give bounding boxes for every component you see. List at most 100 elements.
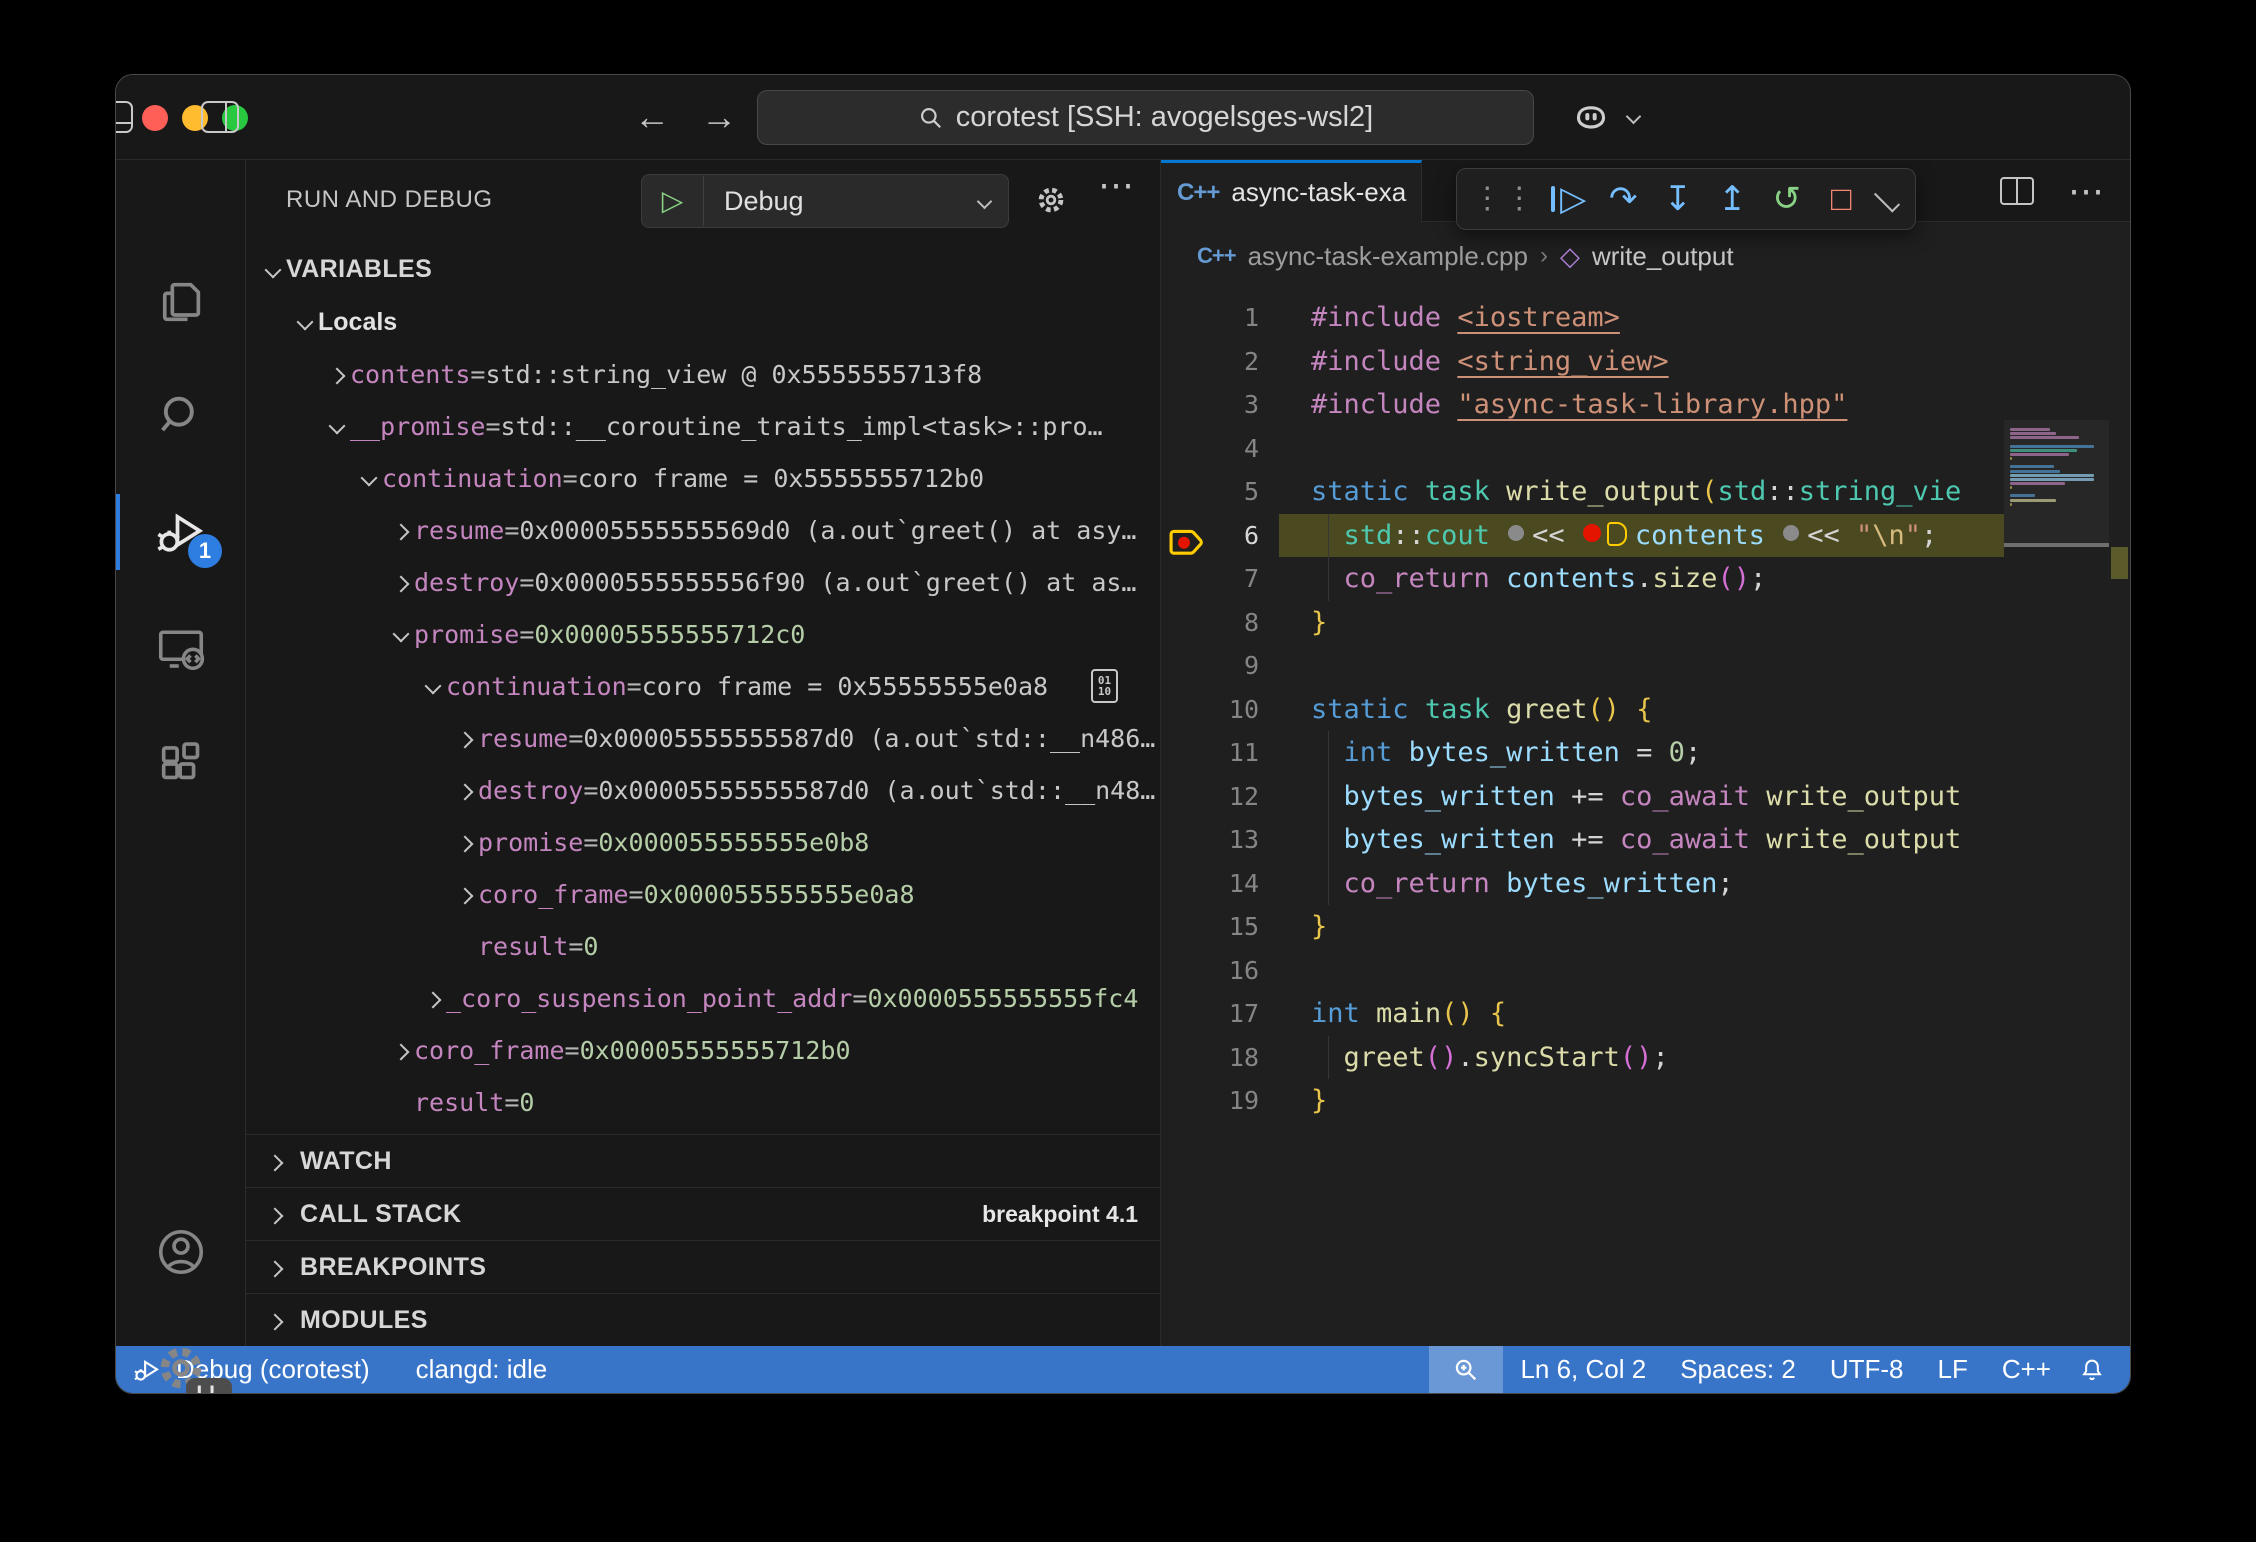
breadcrumb-symbol[interactable]: write_output <box>1592 241 1734 272</box>
close-button[interactable] <box>142 105 168 131</box>
code-line[interactable]: 8} <box>1161 601 2004 645</box>
back-icon[interactable]: ← <box>634 95 670 139</box>
chevron-down-icon[interactable] <box>1626 109 1642 125</box>
chevron-down-icon[interactable] <box>1874 186 1900 212</box>
stop-button[interactable]: □ <box>1819 182 1863 216</box>
breakpoints-section-header[interactable]: BREAKPOINTS <box>246 1240 1160 1293</box>
code-line[interactable]: 3#include "async-task-library.hpp" <box>1161 383 2004 427</box>
extensions-icon[interactable] <box>116 712 246 816</box>
settings-gear-icon[interactable]: LL <box>116 1316 246 1394</box>
call-stack-section-header[interactable]: CALL STACK breakpoint 4.1 <box>246 1187 1160 1240</box>
variable-row[interactable]: promise = 0x00005555555712c0 <box>246 608 1160 660</box>
editor-more-actions-icon[interactable]: ⋯ <box>2068 181 2104 201</box>
code-line[interactable]: 6 std::cout << contents << "\n"; <box>1161 514 2004 558</box>
modules-section-header[interactable]: MODULES <box>246 1293 1160 1346</box>
line-number[interactable]: 6 <box>1161 521 1311 550</box>
variable-row[interactable]: continuation = coro frame = 0x55555555e0… <box>246 660 1160 712</box>
line-number[interactable]: 19 <box>1161 1086 1311 1115</box>
status-item[interactable]: LF <box>1921 1354 1985 1384</box>
forward-icon[interactable]: → <box>701 95 737 139</box>
screencast-zoom-indicator[interactable] <box>1429 1346 1503 1393</box>
variable-row[interactable]: coro_frame = 0x000055555555e0a8 <box>246 868 1160 920</box>
code-line[interactable]: 10static task greet() { <box>1161 688 2004 732</box>
continue-button[interactable]: ▷ <box>1547 182 1591 216</box>
code-line[interactable]: 14 co_return bytes_written; <box>1161 862 2004 906</box>
code-line[interactable]: 13 bytes_written += co_await write_outpu… <box>1161 818 2004 862</box>
line-number[interactable]: 15 <box>1161 912 1311 941</box>
line-number[interactable]: 9 <box>1161 651 1311 680</box>
variable-row[interactable]: destroy = 0x00005555555587d0 (a.out`std:… <box>246 764 1160 816</box>
code-line[interactable]: 1#include <iostream> <box>1161 296 2004 340</box>
line-number[interactable]: 1 <box>1161 303 1311 332</box>
line-number[interactable]: 7 <box>1161 564 1311 593</box>
search-icon[interactable] <box>116 364 246 468</box>
code-line[interactable]: 15} <box>1161 905 2004 949</box>
code-line[interactable]: 5static task write_output(std::string_vi… <box>1161 470 2004 514</box>
views-more-actions-icon[interactable]: ⋯ <box>1098 164 1134 206</box>
line-number[interactable]: 10 <box>1161 695 1311 724</box>
account-icon[interactable] <box>116 1200 246 1304</box>
toggle-secondary-sidebar-icon[interactable] <box>201 101 239 133</box>
variable-row[interactable]: promise = 0x000055555555e0b8 <box>246 816 1160 868</box>
variable-row[interactable]: continuation = coro frame = 0x5555555712… <box>246 452 1160 504</box>
step-over-button[interactable]: ↷ <box>1601 182 1645 216</box>
line-number[interactable]: 3 <box>1161 390 1311 419</box>
tab-async-task-example[interactable]: C++ async-task-exa <box>1161 160 1422 222</box>
line-number[interactable]: 13 <box>1161 825 1311 854</box>
inline-step-target-icon[interactable] <box>1508 525 1524 541</box>
variable-row[interactable]: result = 0 <box>246 920 1160 972</box>
inline-instruction-pointer-icon[interactable] <box>1607 522 1627 546</box>
variable-row[interactable]: resume = 0x00005555555587d0 (a.out`std::… <box>246 712 1160 764</box>
breadcrumb-file[interactable]: async-task-example.cpp <box>1248 241 1528 272</box>
line-number[interactable]: 8 <box>1161 608 1311 637</box>
toolbar-drag-handle[interactable]: ⋮⋮ <box>1472 182 1536 216</box>
notifications-bell-icon[interactable] <box>2068 1356 2130 1384</box>
variable-row[interactable]: destroy = 0x0000555555556f90 (a.out`gree… <box>246 556 1160 608</box>
code-line[interactable]: 18 greet().syncStart(); <box>1161 1036 2004 1080</box>
code-line[interactable]: 4 <box>1161 427 2004 471</box>
step-into-button[interactable]: ↧ <box>1656 182 1700 216</box>
start-debug-icon[interactable]: ▷ <box>642 176 704 226</box>
variable-row[interactable]: coro_frame = 0x00005555555712b0 <box>246 1024 1160 1076</box>
line-number[interactable]: 2 <box>1161 347 1311 376</box>
variables-section-header[interactable]: VARIABLES <box>246 243 1160 296</box>
line-number[interactable]: 4 <box>1161 434 1311 463</box>
code-line[interactable]: 7 co_return contents.size(); <box>1161 557 2004 601</box>
code-line[interactable]: 19} <box>1161 1079 2004 1123</box>
inline-breakpoint-icon[interactable] <box>1583 524 1601 542</box>
code-line[interactable]: 11 int bytes_written = 0; <box>1161 731 2004 775</box>
code-line[interactable]: 16 <box>1161 949 2004 993</box>
status-item[interactable]: Spaces: 2 <box>1663 1354 1813 1384</box>
line-number[interactable]: 12 <box>1161 782 1311 811</box>
debug-settings-gear-icon[interactable] <box>1034 172 1068 228</box>
breadcrumbs[interactable]: C++ async-task-example.cpp › ◇ write_out… <box>1161 222 2130 290</box>
split-editor-icon[interactable] <box>2000 177 2034 205</box>
line-number[interactable]: 16 <box>1161 956 1311 985</box>
inline-step-target-icon[interactable] <box>1783 525 1799 541</box>
line-number[interactable]: 5 <box>1161 477 1311 506</box>
restart-button[interactable]: ↺ <box>1765 182 1809 216</box>
code-line[interactable]: 9 <box>1161 644 2004 688</box>
code-line[interactable]: 2#include <string_view> <box>1161 340 2004 384</box>
status-item[interactable]: Ln 6, Col 2 <box>1503 1354 1663 1384</box>
status-item[interactable]: UTF-8 <box>1813 1354 1921 1384</box>
variable-row[interactable]: result = 0 <box>246 1076 1160 1128</box>
run-and-debug-icon[interactable]: 1 <box>116 480 246 584</box>
code-line[interactable]: 17int main() { <box>1161 992 2004 1036</box>
binary-view-icon[interactable]: 0110 <box>1091 669 1118 703</box>
variable-row[interactable]: resume = 0x00005555555569d0 (a.out`greet… <box>246 504 1160 556</box>
line-number[interactable]: 11 <box>1161 738 1311 767</box>
copilot-icon[interactable] <box>1571 97 1611 137</box>
step-out-button[interactable]: ↥ <box>1710 182 1754 216</box>
code-area[interactable]: 1#include <iostream>2#include <string_vi… <box>1161 290 2130 1346</box>
status-item[interactable]: C++ <box>1985 1354 2068 1384</box>
remote-explorer-icon[interactable] <box>116 596 246 700</box>
explorer-icon[interactable] <box>116 250 246 354</box>
variable-row[interactable]: contents = std::string_view @ 0x55555557… <box>246 348 1160 400</box>
debug-configuration-select[interactable]: ▷ Debug <box>641 174 1009 228</box>
line-number[interactable]: 18 <box>1161 1043 1311 1072</box>
code-line[interactable]: 12 bytes_written += co_await write_outpu… <box>1161 775 2004 819</box>
minimap[interactable] <box>2004 420 2109 1346</box>
scope-row[interactable]: Locals <box>246 296 1160 348</box>
command-center-search[interactable]: corotest [SSH: avogelsges-wsl2] <box>757 90 1534 145</box>
